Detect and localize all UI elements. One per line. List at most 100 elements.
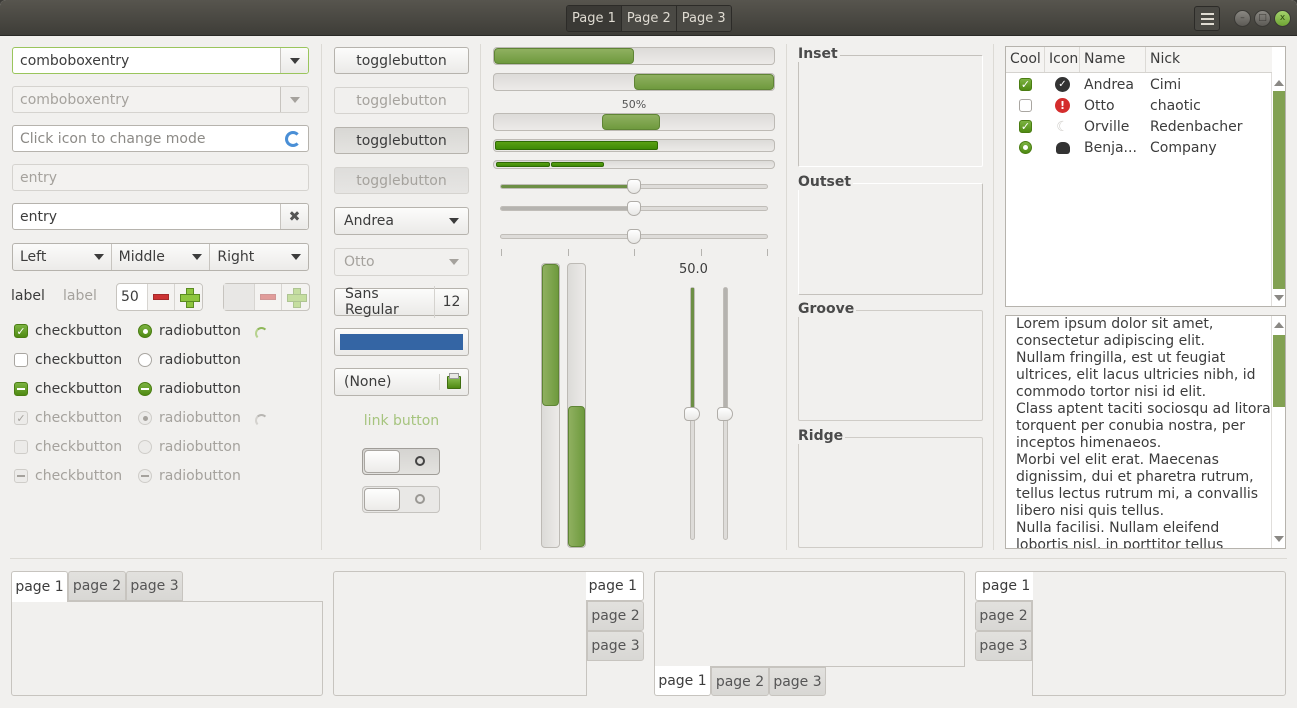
scale-slider-handle[interactable]: [627, 229, 641, 244]
notebook-tab[interactable]: page 3: [769, 667, 826, 696]
cool-radio[interactable]: [1019, 141, 1032, 154]
combobox-andrea[interactable]: Andrea: [334, 207, 469, 235]
notebook-tab[interactable]: page 2: [587, 601, 644, 631]
scroll-down-arrow-icon[interactable]: [1274, 295, 1284, 301]
radiobutton-label: radiobutton: [159, 352, 241, 368]
spin-button[interactable]: 50: [116, 283, 203, 311]
togglebutton[interactable]: togglebutton: [334, 47, 469, 74]
column-header-cool[interactable]: Cool: [1006, 47, 1045, 72]
maximize-button[interactable]: □: [1254, 10, 1271, 27]
checkbutton-unchecked[interactable]: checkbutton: [14, 352, 122, 368]
radiobutton-inconsistent[interactable]: radiobutton: [138, 381, 241, 397]
tree-row[interactable]: ! Otto chaotic: [1006, 95, 1272, 116]
combo-left[interactable]: Left: [13, 244, 112, 270]
notebook-tab[interactable]: page 1: [586, 571, 644, 601]
scale-horizontal-1[interactable]: [500, 179, 768, 194]
notebook-tab[interactable]: page 3: [975, 631, 1032, 661]
scroll-down-arrow-icon[interactable]: [1274, 536, 1284, 542]
scale-horizontal-2[interactable]: [500, 201, 768, 216]
notebook-tab[interactable]: page 2: [711, 667, 769, 696]
notebook-tab[interactable]: page 1: [975, 571, 1033, 601]
stack-tab-page-2[interactable]: Page 2: [621, 6, 677, 31]
radiobutton-unchecked[interactable]: radiobutton: [138, 352, 241, 368]
combobox-andrea-label: Andrea: [344, 213, 394, 229]
scroll-up-arrow-icon[interactable]: [1274, 80, 1284, 86]
scrollbar-thumb[interactable]: [1273, 91, 1285, 289]
stack-tab-page-3[interactable]: Page 3: [676, 6, 731, 31]
row-name: Benja...: [1084, 139, 1137, 156]
radiobutton-checked-disabled: radiobutton: [138, 410, 241, 426]
row-name: Otto: [1084, 97, 1115, 114]
radiobutton-label: radiobutton: [159, 468, 241, 484]
checkbox-inconsistent-icon: [14, 469, 28, 483]
scrollbar-thumb[interactable]: [1273, 335, 1285, 407]
scale-vertical-2[interactable]: [717, 287, 733, 540]
tree-row[interactable]: Benja... Company: [1006, 137, 1272, 158]
combo-middle[interactable]: Middle: [112, 244, 211, 270]
mode-entry-placeholder[interactable]: Click icon to change mode: [13, 131, 285, 147]
link-button[interactable]: link button: [334, 413, 469, 429]
scale-slider-handle[interactable]: [717, 406, 733, 421]
font-size: 12: [442, 294, 461, 310]
cool-checkbox[interactable]: ✓: [1019, 120, 1032, 133]
column-header-name[interactable]: Name: [1080, 47, 1146, 72]
stack-tab-page-1[interactable]: Page 1: [567, 6, 622, 31]
spin-value[interactable]: 50: [117, 284, 147, 310]
notebook-tab[interactable]: page 1: [11, 571, 68, 602]
scale-vertical-1[interactable]: [684, 287, 700, 540]
spin-decrement-button[interactable]: [146, 284, 175, 310]
clear-button[interactable]: ✖: [280, 204, 308, 229]
column-header-icon[interactable]: Icon: [1045, 47, 1080, 72]
scale-horizontal-marks[interactable]: [500, 229, 768, 244]
font-button[interactable]: Sans Regular 12: [334, 286, 469, 318]
mode-entry[interactable]: Click icon to change mode: [12, 125, 309, 152]
checkbutton-inconsistent[interactable]: checkbutton: [14, 381, 122, 397]
togglebutton-pressed[interactable]: togglebutton: [334, 127, 469, 154]
progress-bar-3-pulse: [493, 113, 775, 131]
notebook-tab[interactable]: page 3: [587, 631, 644, 661]
text-view[interactable]: Lorem ipsum dolor sit amet, consectetur …: [1005, 315, 1286, 549]
switch[interactable]: [362, 448, 440, 475]
file-chooser-button[interactable]: (None): [334, 368, 469, 396]
checkbutton-checked[interactable]: ✓ checkbutton: [14, 323, 122, 339]
radio-unchecked-icon: [138, 353, 152, 367]
notebook-tab[interactable]: page 2: [975, 601, 1032, 631]
checkbox-checked-icon: ✓: [14, 324, 28, 338]
notebook-page: [1032, 571, 1286, 696]
entry-text[interactable]: entry: [13, 209, 280, 225]
tree-scrollbar[interactable]: [1271, 73, 1285, 306]
text-scrollbar[interactable]: [1271, 316, 1285, 548]
minimize-button[interactable]: –: [1234, 10, 1251, 27]
moon-icon: ☾: [1056, 118, 1069, 135]
checkbutton-label: checkbutton: [35, 410, 123, 426]
tree-row[interactable]: ✓ ✓ Andrea Cimi: [1006, 74, 1272, 95]
tree-row[interactable]: ✓ ☾ Orville Redenbacher: [1006, 116, 1272, 137]
combobox-entry-text[interactable]: comboboxentry: [13, 53, 280, 69]
chevron-down-icon: [289, 57, 300, 64]
notebook-tab[interactable]: page 1: [654, 666, 711, 696]
entry-with-clear[interactable]: entry ✖: [12, 203, 309, 230]
color-button[interactable]: [334, 328, 469, 356]
menu-button[interactable]: [1194, 6, 1220, 31]
cool-checkbox[interactable]: [1019, 99, 1032, 112]
combobox-dropdown-button[interactable]: [280, 48, 308, 73]
notebook-tab[interactable]: page 2: [68, 571, 126, 601]
combobox-entry[interactable]: comboboxentry: [12, 47, 309, 74]
scale-slider-handle[interactable]: [627, 179, 641, 194]
scroll-up-arrow-icon[interactable]: [1274, 322, 1284, 328]
checkbox-inconsistent-icon: [14, 382, 28, 396]
spin-increment-button[interactable]: [174, 284, 202, 310]
column-header-nick[interactable]: Nick: [1146, 47, 1272, 72]
level-bar-discrete: [493, 160, 775, 169]
text-view-content[interactable]: Lorem ipsum dolor sit amet, consectetur …: [1016, 316, 1271, 548]
scale-slider-handle[interactable]: [627, 201, 641, 216]
close-icon: x: [1279, 13, 1286, 23]
refresh-icon[interactable]: [285, 130, 301, 147]
radiobutton-checked[interactable]: radiobutton: [138, 323, 241, 339]
close-button[interactable]: x: [1274, 10, 1291, 27]
combo-right[interactable]: Right: [210, 244, 308, 270]
notebook-tab[interactable]: page 3: [126, 571, 183, 601]
scale-slider-handle[interactable]: [684, 406, 700, 421]
switch-knob[interactable]: [364, 450, 400, 473]
cool-checkbox[interactable]: ✓: [1019, 78, 1032, 91]
